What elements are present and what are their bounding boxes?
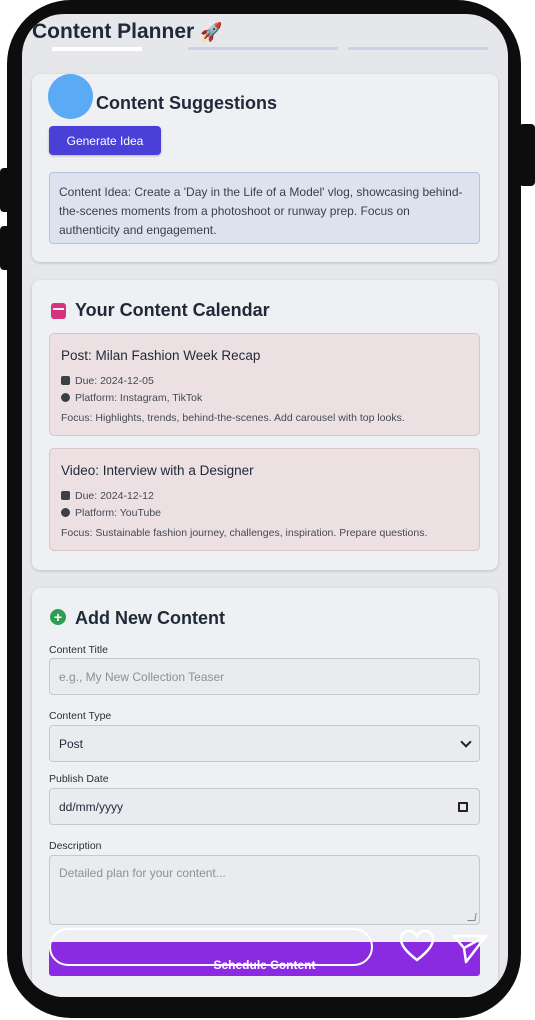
tab-indicator-item bbox=[348, 47, 488, 50]
page-title: Content Planner 🚀 bbox=[32, 20, 222, 44]
content-title-placeholder: e.g., My New Collection Teaser bbox=[59, 669, 225, 684]
description-placeholder: Detailed plan for your content... bbox=[59, 866, 226, 880]
heart-icon[interactable] bbox=[398, 928, 436, 964]
calendar-item-due-text: Due: 2024-12-12 bbox=[75, 490, 154, 502]
calendar-item-platform-text: Platform: Instagram, TikTok bbox=[75, 392, 203, 404]
date-picker-icon[interactable] bbox=[458, 802, 468, 812]
content-title-label: Content Title bbox=[49, 644, 108, 656]
info-icon bbox=[61, 393, 70, 402]
content-type-value: Post bbox=[59, 736, 84, 751]
suggestions-card: Content Suggestions Generate Idea Conten… bbox=[32, 74, 498, 262]
calendar-small-icon bbox=[61, 376, 70, 385]
calendar-item-due-text: Due: 2024-12-05 bbox=[75, 375, 154, 387]
calendar-item-due: Due: 2024-12-05 bbox=[61, 375, 154, 387]
calendar-item[interactable]: Video: Interview with a Designer Due: 20… bbox=[49, 448, 480, 551]
calendar-item-due: Due: 2024-12-12 bbox=[61, 490, 154, 502]
page-title-text: Content Planner bbox=[32, 20, 195, 43]
floating-touch-indicator bbox=[48, 74, 93, 119]
rocket-icon: 🚀 bbox=[200, 22, 223, 42]
publish-date-label: Publish Date bbox=[49, 773, 109, 785]
suggestions-heading: Content Suggestions bbox=[96, 93, 277, 113]
calendar-item-title: Post: Milan Fashion Week Recap bbox=[61, 348, 261, 363]
description-textarea[interactable]: Detailed plan for your content... bbox=[49, 855, 480, 925]
info-icon bbox=[61, 508, 70, 517]
calendar-item-focus: Focus: Sustainable fashion journey, chal… bbox=[61, 527, 428, 539]
publish-date-input[interactable]: dd/mm/yyyy bbox=[49, 788, 480, 825]
tab-indicator-active bbox=[52, 47, 142, 51]
calendar-heading: Your Content Calendar bbox=[75, 300, 270, 320]
add-content-heading: Add New Content bbox=[75, 608, 225, 628]
calendar-card: Your Content Calendar Post: Milan Fashio… bbox=[32, 280, 498, 570]
calendar-item-platform: Platform: YouTube bbox=[61, 507, 161, 519]
content-type-label: Content Type bbox=[49, 710, 112, 722]
content-type-select[interactable]: Post bbox=[49, 725, 480, 762]
content-title-input[interactable]: e.g., My New Collection Teaser bbox=[49, 658, 480, 695]
calendar-item-focus: Focus: Highlights, trends, behind-the-sc… bbox=[61, 412, 405, 424]
tab-indicator bbox=[22, 47, 508, 51]
phone-volume-down bbox=[0, 226, 12, 270]
calendar-item[interactable]: Post: Milan Fashion Week Recap Due: 2024… bbox=[49, 333, 480, 436]
generate-idea-button[interactable]: Generate Idea bbox=[49, 126, 161, 155]
calendar-item-platform-text: Platform: YouTube bbox=[75, 507, 161, 519]
phone-volume-up bbox=[0, 168, 12, 212]
comment-input-overlay[interactable] bbox=[49, 928, 373, 966]
phone-side-button bbox=[519, 124, 535, 186]
calendar-item-title: Video: Interview with a Designer bbox=[61, 463, 254, 478]
calendar-item-platform: Platform: Instagram, TikTok bbox=[61, 392, 202, 404]
chevron-down-icon bbox=[460, 736, 472, 748]
description-label: Description bbox=[49, 840, 102, 852]
send-icon[interactable] bbox=[452, 932, 488, 964]
calendar-icon bbox=[51, 303, 66, 319]
tab-indicator-item bbox=[188, 47, 338, 50]
publish-date-value: dd/mm/yyyy bbox=[59, 799, 124, 814]
idea-output-box: Content Idea: Create a 'Day in the Life … bbox=[49, 172, 480, 244]
app-screen: Content Planner 🚀 Content Suggestions Ge… bbox=[22, 14, 508, 997]
calendar-small-icon bbox=[61, 491, 70, 500]
resize-handle[interactable] bbox=[467, 913, 477, 921]
plus-circle-icon: + bbox=[50, 609, 66, 625]
